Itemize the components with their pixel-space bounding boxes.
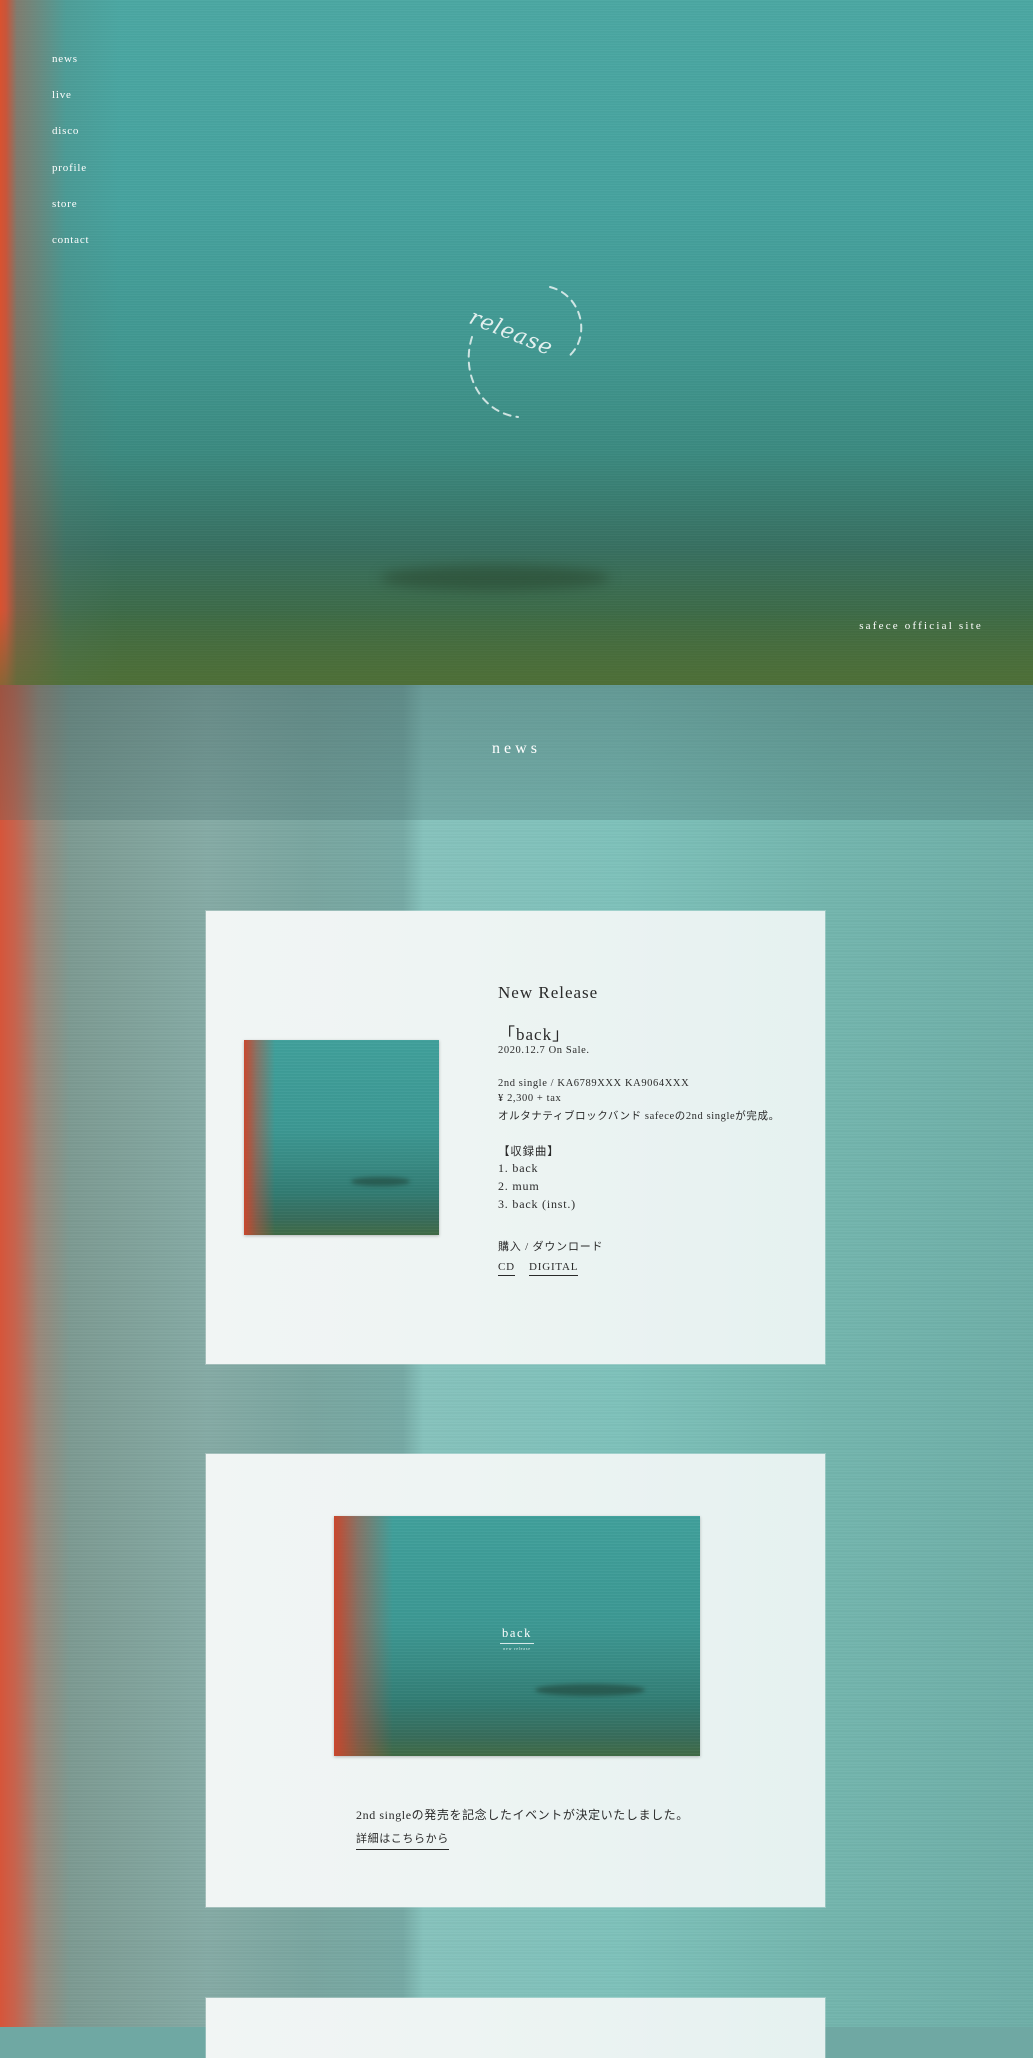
site-caption: safece official site [859,620,983,632]
buy-cd-link[interactable]: CD [498,1261,515,1276]
nav-link-store[interactable]: store [52,198,77,210]
release-price: ¥ 2,300 + tax [498,1093,562,1104]
news-section-title: news [492,740,541,757]
nav-item-contact[interactable]: contact [52,230,89,266]
nav-link-news[interactable]: news [52,53,78,65]
track-item: 2. mum [498,1179,540,1193]
release-logo-mark: release [466,286,583,418]
nav-item-store[interactable]: store [52,194,89,230]
main-nav: news live disco profile store contact [52,49,89,266]
release-title: 「back」 [498,1025,571,1044]
purchase-heading: 購入 / ダウンロード [498,1241,604,1253]
track-item: 1. back [498,1161,539,1175]
buy-digital-link[interactable]: DIGITAL [529,1261,579,1276]
event-description: 2nd singleの発売を記念したイベントが決定いたしました。 [356,1808,689,1822]
release-date: 2020.12.7 On Sale. [498,1045,590,1056]
hero-section: news live disco profile store contact re… [0,0,1033,685]
tracklist-heading: 【収録曲】 [498,1146,560,1158]
event-banner-divider [500,1643,534,1644]
release-spec: 2nd single / KA6789XXX KA9064XXX [498,1078,690,1089]
event-details-link[interactable]: 詳細はこちらから [356,1830,449,1850]
nav-item-profile[interactable]: profile [52,158,89,194]
event-banner-title: back [502,1626,532,1640]
nav-link-contact[interactable]: contact [52,234,89,246]
nav-link-profile[interactable]: profile [52,162,87,174]
nav-item-live[interactable]: live [52,85,89,121]
release-description: オルタナティブロックバンド safeceの2nd singleが完成。 [498,1111,780,1122]
nav-link-disco[interactable]: disco [52,125,79,137]
release-card: New Release 「back」 2020.12.7 On Sale. 2n… [206,911,825,1364]
news-card-partial [206,1998,825,2058]
release-mark-text: release [466,305,557,361]
nav-item-news[interactable]: news [52,49,89,85]
event-banner-image: back new release [334,1516,700,1756]
nav-item-disco[interactable]: disco [52,121,89,157]
track-item: 3. back (inst.) [498,1197,576,1211]
release-jacket-image [244,1040,439,1235]
event-card: back new release 2nd singleの発売を記念したイベントが… [206,1454,825,1907]
nav-link-live[interactable]: live [52,89,72,101]
release-heading: New Release [498,983,599,1002]
event-banner-subtitle: new release [503,1646,531,1651]
